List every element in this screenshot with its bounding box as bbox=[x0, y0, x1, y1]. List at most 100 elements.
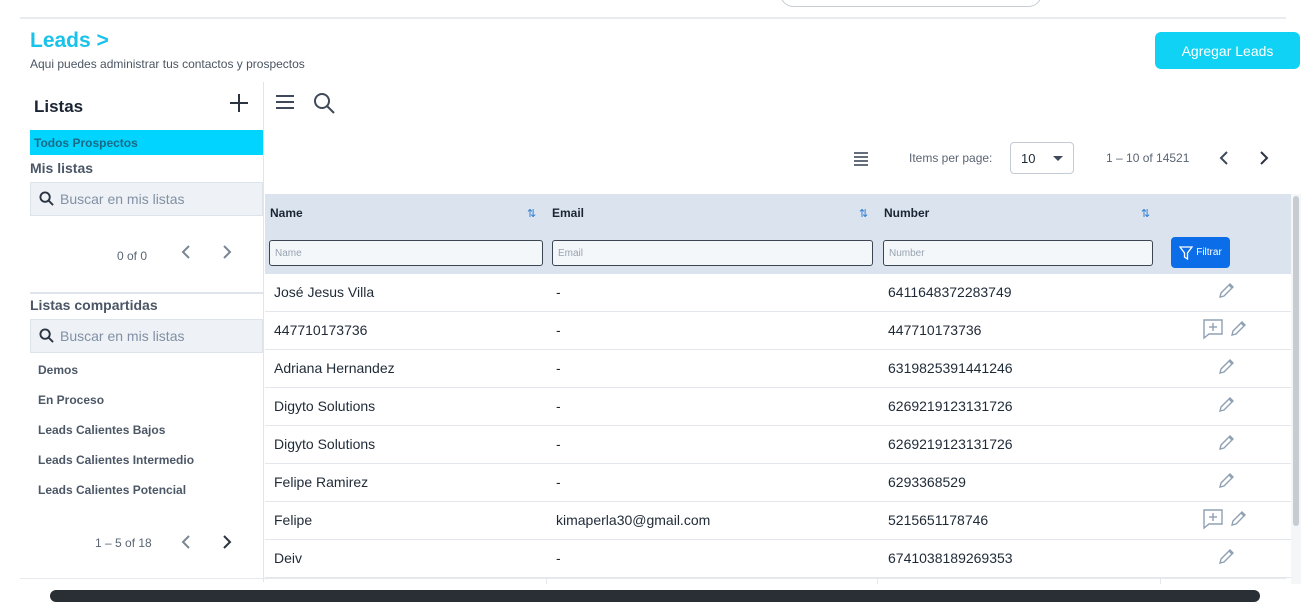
search-icon bbox=[39, 328, 54, 343]
scrollbar-thumb[interactable] bbox=[1293, 196, 1299, 526]
table-row[interactable]: Digyto Solutions - 6269219123131726 bbox=[265, 388, 1291, 426]
sort-icon[interactable]: ⇅ bbox=[527, 207, 536, 220]
cell-name: Felipe Ramirez bbox=[274, 474, 369, 490]
edit-icon[interactable] bbox=[1217, 470, 1237, 490]
items-per-page-value: 10 bbox=[1021, 151, 1036, 166]
table-row[interactable]: Felipe Ramirez - 6293368529 bbox=[265, 464, 1291, 502]
cell-email: - bbox=[556, 398, 561, 414]
page-header: Leads > Aqui puedes administrar tus cont… bbox=[30, 29, 305, 71]
cell-name: Adriana Hernandez bbox=[274, 360, 395, 376]
cell-email: - bbox=[556, 436, 561, 452]
cell-number: 6269219123131726 bbox=[888, 398, 1013, 414]
cell-name: 447710173736 bbox=[274, 322, 368, 338]
lists-sidebar: Listas Todos Prospectos Mis listas Busca… bbox=[30, 82, 264, 582]
cell-name: Deiv bbox=[274, 550, 303, 566]
shared-list-item[interactable]: Demos bbox=[38, 363, 78, 377]
bottom-divider bbox=[20, 578, 1286, 579]
leads-table: Name ⇅ Email ⇅ Number ⇅ Name Email Numbe… bbox=[265, 194, 1291, 584]
shared-lists-search-input[interactable]: Buscar en mis listas bbox=[30, 319, 263, 353]
edit-icon[interactable] bbox=[1217, 356, 1237, 376]
cell-number: 6319825391441246 bbox=[888, 360, 1013, 376]
cell-email: - bbox=[556, 474, 561, 490]
column-header-number[interactable]: Number bbox=[884, 206, 929, 220]
edit-icon[interactable] bbox=[1217, 546, 1237, 566]
edit-icon[interactable] bbox=[1217, 432, 1237, 452]
cell-name: Digyto Solutions bbox=[274, 398, 376, 414]
my-lists-search-input[interactable]: Buscar en mis listas bbox=[30, 182, 263, 216]
column-header-name[interactable]: Name bbox=[270, 206, 303, 220]
column-header-email[interactable]: Email bbox=[552, 206, 584, 220]
shared-lists-label: Listas compartidas bbox=[30, 297, 158, 313]
my-lists-search-placeholder: Buscar en mis listas bbox=[60, 191, 185, 207]
filter-button-label: Filtrar bbox=[1196, 247, 1222, 258]
table-scrollbar[interactable] bbox=[1291, 194, 1301, 584]
paginator-range: 1 – 10 of 14521 bbox=[1106, 151, 1190, 165]
table-row[interactable]: Digyto Solutions - 6269219123131726 bbox=[265, 426, 1291, 464]
sort-icon[interactable]: ⇅ bbox=[1141, 207, 1150, 220]
cell-email: kimaperla30@gmail.com bbox=[556, 512, 711, 528]
my-lists-range: 0 of 0 bbox=[117, 249, 148, 263]
plus-icon[interactable] bbox=[228, 92, 250, 114]
edit-icon[interactable] bbox=[1217, 280, 1237, 300]
number-filter-input[interactable]: Number bbox=[883, 240, 1153, 266]
shared-list-item[interactable]: Leads Calientes Potencial bbox=[38, 483, 186, 497]
filter-button[interactable]: Filtrar bbox=[1171, 237, 1230, 268]
bottom-bar bbox=[50, 590, 1260, 602]
name-filter-input[interactable]: Name bbox=[269, 240, 543, 266]
top-search-pill bbox=[780, 0, 1042, 7]
cell-email: - bbox=[556, 322, 561, 338]
table-row[interactable]: Adriana Hernandez - 6319825391441246 bbox=[265, 350, 1291, 388]
chevron-left-icon[interactable] bbox=[1218, 150, 1230, 166]
cell-number: 6269219123131726 bbox=[888, 436, 1013, 452]
top-divider bbox=[20, 17, 1286, 19]
shared-list-item[interactable]: Leads Calientes Intermedio bbox=[38, 453, 194, 467]
search-icon bbox=[39, 191, 54, 206]
edit-icon[interactable] bbox=[1229, 318, 1249, 338]
add-comment-icon[interactable] bbox=[1202, 318, 1224, 340]
cell-number: 6741038189269353 bbox=[888, 550, 1013, 566]
cell-number: 5215651178746 bbox=[888, 512, 989, 528]
lists-heading: Listas bbox=[34, 97, 84, 116]
chevron-down-icon bbox=[1053, 156, 1063, 161]
table-header: Name ⇅ Email ⇅ Number ⇅ Name Email Numbe… bbox=[265, 194, 1291, 274]
sort-icon[interactable]: ⇅ bbox=[859, 207, 868, 220]
list-icon[interactable] bbox=[853, 151, 869, 167]
chevron-right-icon[interactable] bbox=[1258, 150, 1270, 166]
items-per-page-select[interactable]: 10 bbox=[1010, 142, 1074, 174]
cell-email: - bbox=[556, 360, 561, 376]
menu-icon[interactable] bbox=[275, 92, 295, 112]
table-row[interactable]: Deiv - 6741038189269353 bbox=[265, 540, 1291, 578]
shared-list-item[interactable]: En Proceso bbox=[38, 393, 104, 407]
sidebar-item-all-prospects[interactable]: Todos Prospectos bbox=[30, 130, 263, 155]
chevron-right-icon[interactable] bbox=[221, 244, 233, 265]
cell-email: - bbox=[556, 550, 561, 566]
my-lists-label: Mis listas bbox=[30, 160, 94, 176]
cell-name: Digyto Solutions bbox=[274, 436, 376, 452]
page-title[interactable]: Leads > bbox=[30, 29, 305, 53]
shared-list-item[interactable]: Leads Calientes Bajos bbox=[38, 423, 165, 437]
cell-name: José Jesus Villa bbox=[274, 284, 375, 300]
cell-email: - bbox=[556, 284, 561, 300]
chevron-left-icon[interactable] bbox=[180, 244, 192, 265]
table-row[interactable]: 447710173736 - 447710173736 bbox=[265, 312, 1291, 350]
cell-number: 447710173736 bbox=[888, 322, 982, 338]
shared-lists-range: 1 – 5 of 18 bbox=[95, 536, 152, 550]
cell-number: 6411648372283749 bbox=[888, 284, 1012, 300]
items-per-page-label: Items per page: bbox=[909, 151, 993, 165]
search-icon[interactable] bbox=[313, 92, 335, 114]
cell-number: 6293368529 bbox=[888, 474, 966, 490]
email-filter-input[interactable]: Email bbox=[552, 240, 873, 266]
table-row[interactable]: José Jesus Villa - 6411648372283749 bbox=[265, 274, 1291, 312]
edit-icon[interactable] bbox=[1217, 394, 1237, 414]
filter-icon bbox=[1179, 245, 1194, 260]
add-comment-icon[interactable] bbox=[1202, 508, 1224, 530]
edit-icon[interactable] bbox=[1229, 508, 1249, 528]
add-leads-button[interactable]: Agregar Leads bbox=[1155, 32, 1300, 69]
page-subtitle: Aqui puedes administrar tus contactos y … bbox=[30, 57, 305, 71]
table-row[interactable]: Felipe kimaperla30@gmail.com 52156511787… bbox=[265, 502, 1291, 540]
shared-lists-search-placeholder: Buscar en mis listas bbox=[60, 328, 185, 344]
cell-name: Felipe bbox=[274, 512, 313, 528]
sidebar-divider bbox=[30, 292, 263, 294]
chevron-left-icon[interactable] bbox=[180, 534, 192, 555]
chevron-right-icon[interactable] bbox=[221, 534, 233, 555]
